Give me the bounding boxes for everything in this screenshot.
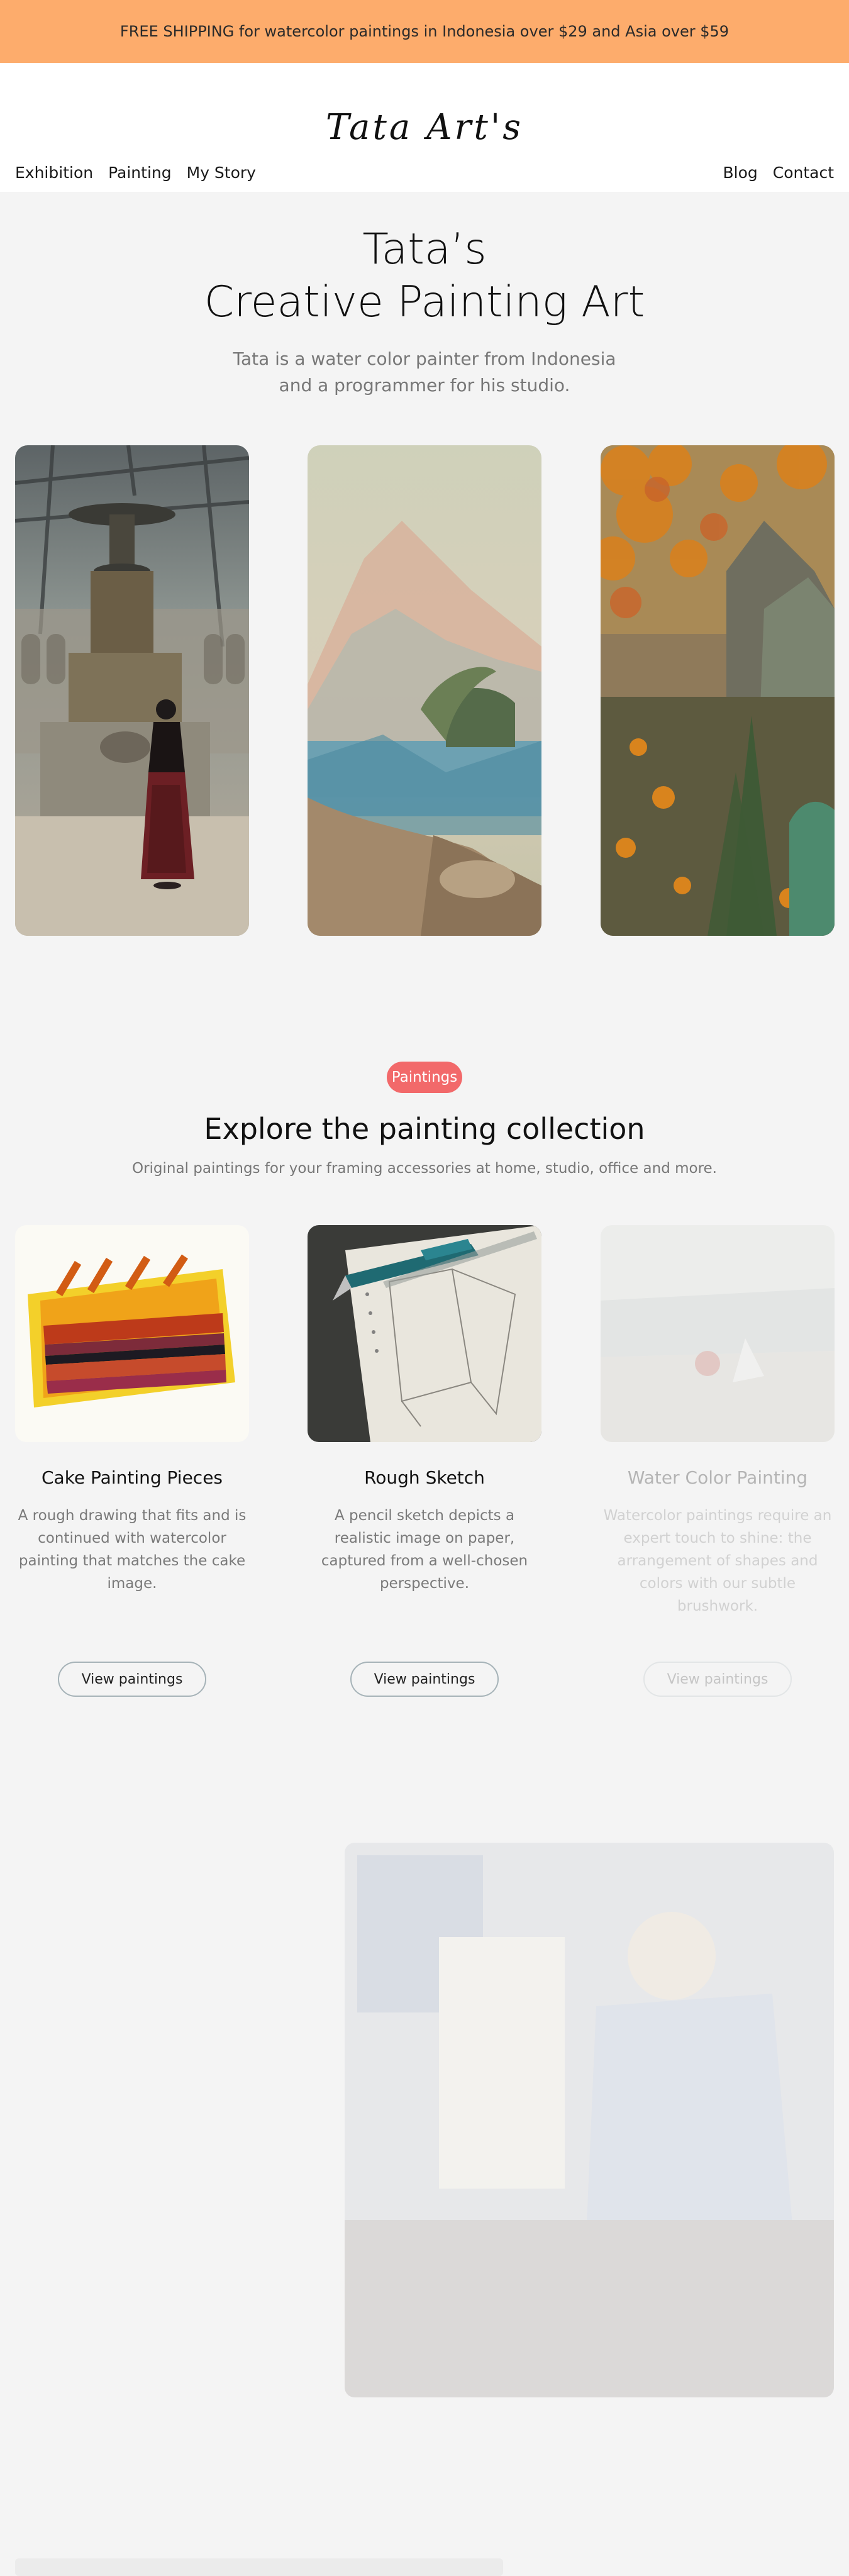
painting-fountain-hall[interactable]	[15, 445, 249, 936]
promo-text: FREE SHIPPING for watercolor paintings i…	[119, 23, 730, 40]
rough-sketch-image[interactable]	[308, 1225, 541, 1442]
watercolor-painting-image[interactable]	[601, 1225, 835, 1442]
card-description: A pencil sketch depicts a realistic imag…	[321, 1507, 528, 1592]
nav-exhibition[interactable]: Exhibition	[15, 164, 93, 182]
view-paintings-button[interactable]: View paintings	[643, 1662, 792, 1697]
promo-banner: FREE SHIPPING for watercolor paintings i…	[0, 0, 849, 63]
view-paintings-button[interactable]: View paintings	[58, 1662, 206, 1697]
card-description: Watercolor paintings require an expert t…	[603, 1507, 832, 1614]
view-paintings-button[interactable]: View paintings	[350, 1662, 499, 1697]
collection-title: Explore the painting collection	[204, 1112, 645, 1146]
painting-mountain-lake[interactable]	[308, 445, 541, 936]
paintings-badge: Paintings	[387, 1062, 462, 1093]
card-title: Cake Painting Pieces	[41, 1467, 223, 1488]
hero-title-line2: Creative Painting Art	[204, 277, 645, 327]
nav-blog[interactable]: Blog	[723, 164, 757, 182]
card-description: A rough drawing that fits and is continu…	[18, 1507, 247, 1592]
collection-card-sketch: Rough Sketch A pencil sketch depicts a r…	[308, 1225, 541, 1595]
site-header: Tata Art's Exhibition Painting My Story …	[0, 63, 849, 192]
painting-autumn-forest[interactable]	[601, 445, 835, 936]
site-logo[interactable]: Tata Art's	[0, 107, 849, 148]
hero-title-line1: Tata’s	[362, 225, 487, 274]
hero-subtitle: Tata is a water color painter from Indon…	[233, 348, 616, 396]
cake-painting-image[interactable]	[15, 1225, 249, 1442]
collection-card-cake: Cake Painting Pieces A rough drawing tha…	[15, 1225, 249, 1595]
secondary-nav: Blog Contact	[723, 164, 834, 182]
hero-title: Tata’s Creative Painting Art	[0, 223, 849, 329]
card-title: Water Color Painting	[627, 1467, 808, 1488]
nav-contact[interactable]: Contact	[773, 164, 834, 182]
artist-portrait-image	[345, 1843, 834, 2397]
primary-nav: Exhibition Painting My Story	[15, 164, 256, 182]
nav-my-story[interactable]: My Story	[187, 164, 256, 182]
next-section-placeholder	[15, 2558, 503, 2576]
collection-subtitle: Original paintings for your framing acce…	[131, 1160, 717, 1177]
nav-painting[interactable]: Painting	[108, 164, 172, 182]
card-title: Rough Sketch	[364, 1467, 485, 1488]
collection-card-watercolor: Water Color Painting Watercolor painting…	[601, 1225, 835, 1618]
